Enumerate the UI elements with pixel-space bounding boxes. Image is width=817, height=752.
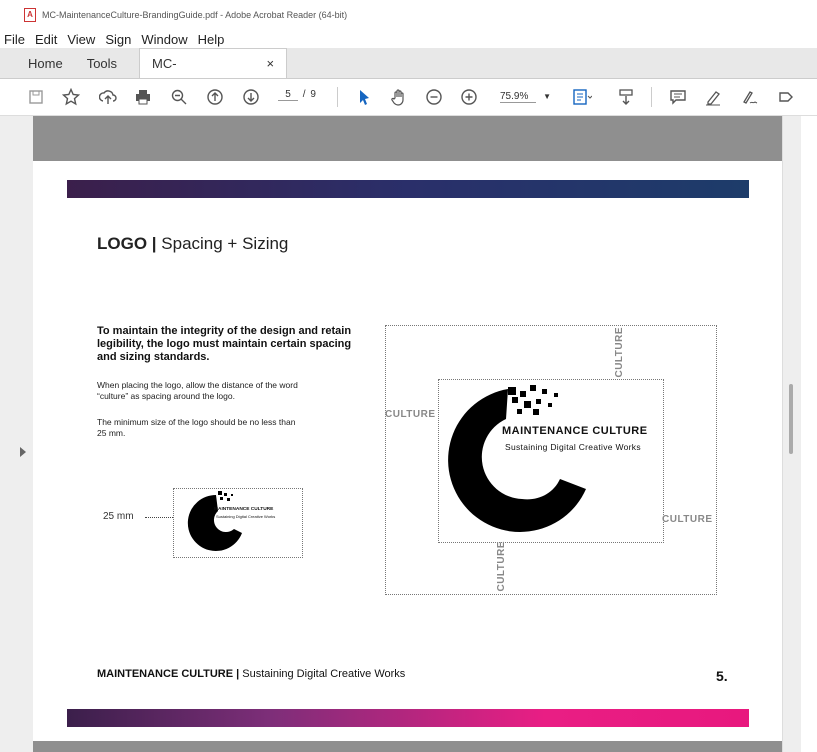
menu-view[interactable]: View [67, 32, 95, 47]
page-total: 9 [310, 89, 316, 100]
min-size-paragraph: The minimum size of the logo should be n… [97, 417, 296, 438]
page-footer: MAINTENANCE CULTURE | Sustaining Digital… [97, 668, 406, 680]
zoom-out-icon[interactable] [422, 85, 446, 109]
menu-sign[interactable]: Sign [105, 32, 131, 47]
small-logo-tagline: Sustaining Digital Creative Works [216, 514, 276, 519]
hand-icon[interactable] [387, 85, 411, 109]
page-title: LOGO | Spacing + Sizing [97, 234, 289, 253]
page-number: 5. [716, 668, 728, 684]
star-icon[interactable] [59, 85, 83, 109]
zoom-value: 75.9% [500, 91, 537, 103]
culture-spacing-bottom: CULTURE [496, 541, 507, 592]
pdf-file-icon: A [24, 8, 36, 22]
tab-home[interactable]: Home [16, 49, 75, 78]
footer-gradient-bar [67, 709, 749, 727]
page-number-input[interactable]: 5 [278, 89, 298, 101]
chevron-down-icon: ▼ [543, 92, 552, 101]
menu-edit[interactable]: Edit [35, 32, 57, 47]
zoom-out-search-icon[interactable] [167, 85, 191, 109]
menu-bar: File Edit View Sign Window Help [0, 30, 817, 48]
small-logo-name: MAINTENANCE CULTURE [214, 507, 274, 512]
page-navigation: 5 / 9 [278, 89, 326, 101]
comment-icon[interactable] [666, 85, 690, 109]
culture-spacing-top: CULTURE [614, 327, 625, 378]
save-icon[interactable] [24, 85, 48, 109]
toolbar: 5 / 9 75.9% ▼ [0, 79, 817, 116]
zoom-dropdown[interactable]: 75.9% ▼ [500, 91, 552, 103]
title-bar: A MC-MaintenanceCulture-BrandingGuide.pd… [0, 0, 817, 30]
small-logo-mark [187, 491, 242, 551]
culture-spacing-right: CULTURE [662, 514, 713, 525]
scroll-mode-icon[interactable] [614, 85, 638, 109]
header-gradient-bar [67, 180, 749, 198]
menu-help[interactable]: Help [198, 32, 225, 47]
scrollbar-thumb[interactable] [789, 384, 793, 454]
spacing-paragraph: When placing the logo, allow the distanc… [97, 380, 298, 401]
print-icon[interactable] [131, 85, 155, 109]
upload-icon[interactable] [96, 85, 120, 109]
edit-icon[interactable] [774, 85, 798, 109]
pdf-page: LOGO | Spacing + Sizing To maintain the … [33, 161, 782, 741]
select-cursor-icon[interactable] [352, 85, 376, 109]
zoom-in-icon[interactable] [457, 85, 481, 109]
culture-spacing-left: CULTURE [385, 409, 436, 420]
lead-paragraph: To maintain the integrity of the design … [97, 325, 352, 363]
highlight-icon[interactable] [701, 85, 725, 109]
menu-window[interactable]: Window [141, 32, 187, 47]
page-down-icon[interactable] [239, 85, 263, 109]
tab-document[interactable]: MC-MaintenanceC... × [139, 48, 288, 100]
page-up-icon[interactable] [203, 85, 227, 109]
window-title: MC-MaintenanceCulture-BrandingGuide.pdf … [42, 10, 348, 20]
large-logo-name: MAINTENANCE CULTURE [502, 425, 648, 437]
menu-file[interactable]: File [4, 32, 25, 47]
min-size-label: 25 mm [103, 511, 134, 522]
tab-tools[interactable]: Tools [75, 49, 129, 78]
small-logo-box: MAINTENANCE CULTURE Sustaining Digital C… [173, 488, 303, 558]
large-logo-tagline: Sustaining Digital Creative Works [505, 442, 641, 452]
dimension-line [145, 517, 173, 518]
large-logo-mark [448, 385, 586, 532]
tab-document-label: MC-MaintenanceC... [152, 56, 247, 100]
expand-panel-icon[interactable] [20, 447, 26, 457]
fit-page-icon[interactable] [570, 85, 594, 109]
left-pane [0, 116, 33, 752]
tab-bar: Home Tools MC-MaintenanceC... × [0, 48, 817, 100]
sign-icon[interactable] [738, 85, 762, 109]
tab-close-icon[interactable]: × [266, 49, 274, 78]
page-separator: / [302, 89, 306, 100]
